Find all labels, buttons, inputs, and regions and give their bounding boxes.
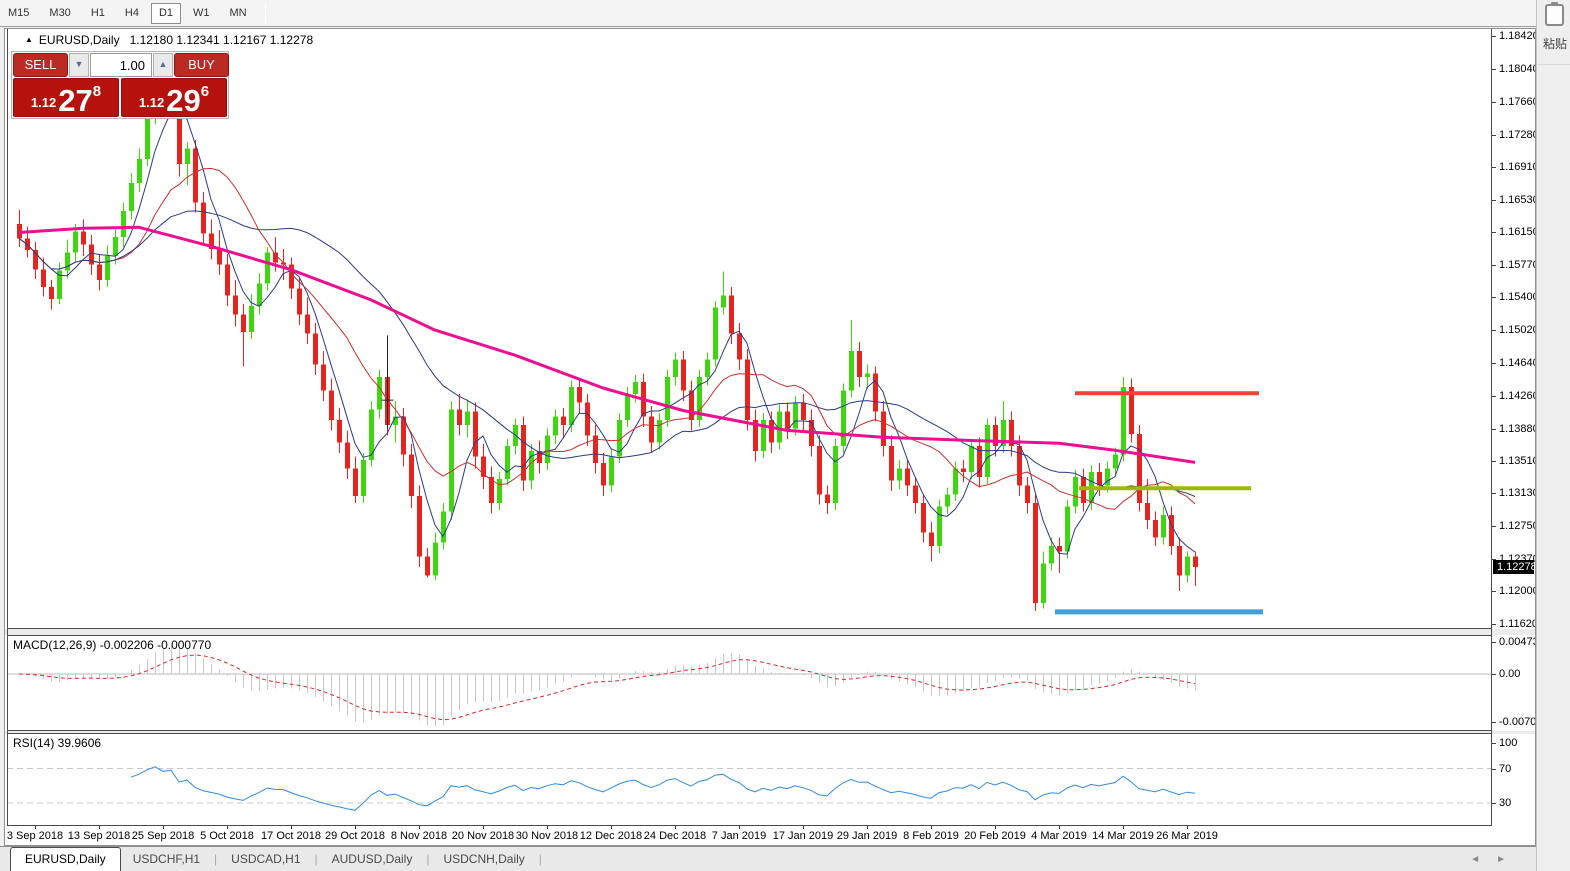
buy-price-tile[interactable]: 1.12 29 6 <box>121 78 227 117</box>
volume-decrease-button[interactable]: ▼ <box>69 53 89 77</box>
buy-price-big: 29 <box>166 88 200 114</box>
clipboard-icon <box>1545 4 1564 26</box>
price-tick: 1.18420 <box>1492 29 1536 43</box>
buy-price-small: 1.12 <box>139 95 164 110</box>
macd-tick: -0.007087 <box>1492 715 1536 729</box>
sell-price-tile[interactable]: 1.12 27 8 <box>13 78 119 117</box>
date-tick-mark <box>1187 826 1188 829</box>
price-tick: 1.14640 <box>1492 356 1536 370</box>
date-tick-mark <box>99 826 100 829</box>
date-tick-mark <box>803 826 804 829</box>
macd-label: MACD(12,26,9) -0.002206 -0.000770 <box>13 638 211 652</box>
date-tick-mark <box>1059 826 1060 829</box>
timeframe-toolbar: M15M30H1H4D1W1MN <box>0 0 1536 27</box>
right-edge-panel: 粘贴 <box>1536 0 1570 871</box>
rsi-tick: 70 <box>1492 762 1511 776</box>
price-tick: 1.12750 <box>1492 519 1536 533</box>
price-tick: 1.16530 <box>1492 193 1536 207</box>
buy-button[interactable]: BUY <box>174 53 229 77</box>
timeframe-button-h1[interactable]: H1 <box>83 3 113 24</box>
price-tick: 1.11620 <box>1492 617 1536 631</box>
price-tick: 1.15400 <box>1492 290 1536 304</box>
chart-ohlc-header: ▲ EURUSD,Daily 1.12180 1.12341 1.12167 1.1… <box>25 33 313 47</box>
price-tick: 1.17660 <box>1492 95 1536 109</box>
plot-left-border <box>7 29 8 826</box>
date-tick-mark <box>995 826 996 829</box>
date-tick-mark <box>35 826 36 829</box>
timeframe-button-w1[interactable]: W1 <box>185 3 218 24</box>
chart-tab-usdchf[interactable]: USDCHF,H1 <box>121 848 212 871</box>
macd-pane[interactable] <box>7 636 1491 730</box>
timeframe-button-m30[interactable]: M30 <box>41 3 78 24</box>
price-chart-pane[interactable] <box>7 29 1491 628</box>
one-click-trading-panel: SELL ▼ ▲ BUY 1.12 27 8 1.12 29 6 <box>11 51 229 119</box>
price-tick: 1.16150 <box>1492 225 1536 239</box>
date-tick-mark <box>675 826 676 829</box>
date-tick-mark <box>547 826 548 829</box>
rsi-pane[interactable] <box>7 734 1491 825</box>
toolbar-separator <box>265 3 266 23</box>
tab-separator: | <box>537 848 544 871</box>
divider <box>1537 64 1570 65</box>
tab-separator: | <box>424 848 431 871</box>
date-tick-mark <box>227 826 228 829</box>
chart-window: ▲ EURUSD,Daily 1.12180 1.12341 1.12167 1.1… <box>4 28 1536 846</box>
date-tick-mark <box>419 826 420 829</box>
rsi-label: RSI(14) 39.9606 <box>13 736 101 750</box>
price-tick: 1.12000 <box>1492 584 1536 598</box>
price-tick: 1.15770 <box>1492 258 1536 272</box>
date-tick-mark <box>291 826 292 829</box>
date-label: 26 Mar 2019 <box>1142 830 1232 842</box>
paste-label: 粘贴 <box>1543 35 1570 52</box>
date-tick-mark <box>163 826 164 829</box>
price-tick: 1.14260 <box>1492 389 1536 403</box>
price-tick: 1.18040 <box>1492 62 1536 76</box>
current-price-tag: 1.12278 <box>1493 560 1534 574</box>
date-tick-mark <box>739 826 740 829</box>
price-tick: 1.13880 <box>1492 422 1536 436</box>
rsi-tick: 100 <box>1492 736 1517 750</box>
date-tick-mark <box>355 826 356 829</box>
sell-button[interactable]: SELL <box>13 53 68 77</box>
date-tick-mark <box>1123 826 1124 829</box>
sell-price-small: 1.12 <box>31 95 56 110</box>
chart-tab-usdcnh[interactable]: USDCNH,Daily <box>431 848 536 871</box>
price-tick: 1.17280 <box>1492 128 1536 142</box>
chart-tab-eurusd[interactable]: EURUSD,Daily <box>10 847 121 871</box>
timeframe-button-m15[interactable]: M15 <box>0 3 37 24</box>
tab-scroll-right-icon[interactable]: ► <box>1496 854 1506 865</box>
rsi-tick: 30 <box>1492 796 1511 810</box>
date-tick-mark <box>611 826 612 829</box>
symbol-label: EURUSD,Daily <box>39 33 120 47</box>
chart-tab-usdcad[interactable]: USDCAD,H1 <box>219 848 312 871</box>
paste-tool[interactable]: 粘贴 <box>1543 4 1570 52</box>
timeframe-button-mn[interactable]: MN <box>222 3 255 24</box>
volume-input[interactable] <box>90 53 152 77</box>
chart-tab-bar: EURUSD,DailyUSDCHF,H1|USDCAD,H1|AUDUSD,D… <box>0 846 1536 871</box>
date-tick-mark <box>931 826 932 829</box>
date-tick-mark <box>483 826 484 829</box>
price-tick: 1.16910 <box>1492 160 1536 174</box>
sell-price-sup: 8 <box>93 83 101 100</box>
date-axis[interactable]: 3 Sep 201813 Sep 201825 Sep 20185 Oct 20… <box>7 826 1491 846</box>
volume-increase-button[interactable]: ▲ <box>153 53 173 77</box>
tab-scroll-arrows: ◄► <box>1470 854 1506 871</box>
buy-price-sup: 6 <box>201 83 209 100</box>
tab-separator: | <box>313 848 320 871</box>
macd-tick: 0.004735 <box>1492 635 1536 649</box>
chart-tab-audusd[interactable]: AUDUSD,Daily <box>320 848 425 871</box>
price-tick: 1.15020 <box>1492 323 1536 337</box>
date-tick-mark <box>867 826 868 829</box>
price-scale[interactable]: 1.18420 1.18040 1.17660 1.17280 1.16910 1.165… <box>1492 29 1535 846</box>
timeframe-button-d1[interactable]: D1 <box>151 3 181 24</box>
tab-scroll-left-icon[interactable]: ◄ <box>1470 854 1480 865</box>
timeframe-button-h4[interactable]: H4 <box>117 3 147 24</box>
sell-price-big: 27 <box>58 88 92 114</box>
collapse-arrow-icon[interactable]: ▲ <box>25 35 33 44</box>
macd-tick: 0.00 <box>1492 667 1520 681</box>
price-tick: 1.13510 <box>1492 454 1536 468</box>
price-tick: 1.13130 <box>1492 486 1536 500</box>
ohlc-values: 1.12180 1.12341 1.12167 1.12278 <box>130 33 314 47</box>
tab-separator: | <box>212 848 219 871</box>
